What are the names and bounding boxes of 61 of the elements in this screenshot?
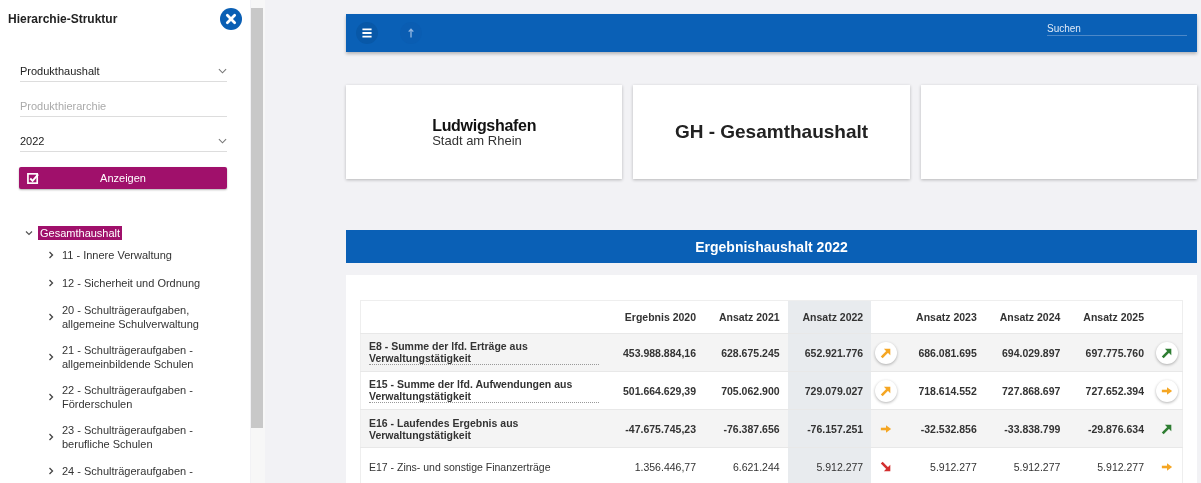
search-field[interactable]: Suchen [1047, 22, 1187, 36]
table-cell: 5.912.277 [984, 447, 1069, 483]
tree-item[interactable]: 22 - Schulträgeraufgaben - Förderschulen [62, 383, 206, 411]
table-cell: -29.876.634 [1068, 409, 1152, 448]
chevron-right-icon[interactable] [46, 250, 56, 260]
table-cell: 652.921.776 [787, 333, 872, 372]
column-header: Ansatz 2025 [1068, 300, 1152, 334]
table-cell: 6.621.244 [704, 447, 788, 483]
column-header: Ansatz 2023 [901, 300, 985, 334]
tree-item[interactable]: 24 - Schulträgeraufgaben - [62, 464, 193, 478]
table-cell: 694.029.897 [984, 333, 1069, 372]
checkbox-icon [27, 171, 40, 185]
trend-button[interactable] [1156, 341, 1178, 364]
table-cell: 5.912.277 [787, 447, 872, 483]
table-cell: 453.988.884,16 [607, 333, 704, 372]
column-header: Ergebnis 2020 [607, 300, 704, 334]
row-link[interactable]: E15 - Summe der lfd. Aufwendungen aus Verwaltungstätigkeit [369, 378, 599, 403]
table-cell: -76.387.656 [704, 409, 788, 448]
chevron-right-icon[interactable] [46, 278, 56, 288]
select-field[interactable]: Produkthaushalt [20, 60, 227, 82]
scrollbar-thumb[interactable] [251, 8, 263, 428]
chevron-right-icon[interactable] [46, 432, 56, 442]
tree-item[interactable]: 12 - Sicherheit und Ordnung [62, 276, 201, 290]
chevron-right-icon[interactable] [46, 466, 56, 476]
table-cell: 729.079.027 [787, 371, 872, 410]
column-header: Ansatz 2024 [984, 300, 1069, 334]
chevron-down-icon [218, 137, 227, 144]
budget-title: GH - Gesamthaushalt [674, 121, 869, 143]
chevron-right-icon[interactable] [46, 312, 56, 322]
table-cell: 686.081.695 [901, 333, 985, 372]
column-header: Ansatz 2022 [787, 300, 872, 334]
tree-item[interactable]: Gesamthaushalt [38, 226, 123, 240]
table-cell: -76.157.251 [787, 409, 872, 448]
chevron-right-icon[interactable] [46, 352, 56, 362]
table-cell: 1.356.446,77 [607, 447, 704, 483]
row-label: E17 - Zins- und sonstige Finanzerträge [369, 460, 551, 473]
tree-item[interactable]: 11 - Innere Verwaltung [62, 248, 172, 262]
table-cell: -32.532.856 [901, 409, 985, 448]
logo-subtitle: Stadt am Rhein [432, 133, 522, 147]
tree-item[interactable]: 23 - Schulträgeraufgaben - berufliche Schulen [62, 423, 206, 451]
table-cell: -33.838.799 [984, 409, 1069, 448]
menu-icon[interactable] [356, 22, 378, 44]
input-field[interactable]: Produkthierarchie [20, 95, 227, 117]
table-cell: 5.912.277 [1068, 447, 1152, 483]
chevron-right-icon[interactable] [46, 392, 56, 402]
section-title: Ergebnishaushalt 2022 [695, 238, 848, 255]
chevron-down-icon[interactable] [24, 228, 34, 238]
row-label: E16 - Laufendes Ergebnis aus Verwaltungstätigkeit [369, 416, 520, 441]
show-button[interactable]: Anzeigen [19, 167, 227, 189]
tree-item[interactable]: 20 - Schulträgeraufgaben, allgemeine Schulverwaltung [62, 303, 206, 331]
table-cell: 5.912.277 [901, 447, 985, 483]
close-icon[interactable] [220, 8, 242, 30]
table-cell: -47.675.745,23 [607, 409, 704, 448]
sidebar-title: Hierarchie-Struktur [8, 12, 118, 26]
tree-item[interactable]: 21 - Schulträgeraufgaben - allgemeinbildende Schulen [62, 343, 206, 371]
table-cell: 697.775.760 [1068, 333, 1152, 372]
chevron-down-icon [218, 67, 227, 74]
column-header: Ansatz 2021 [704, 300, 788, 334]
table-cell: 628.675.245 [704, 333, 788, 372]
logo-title: Ludwigshafen [432, 117, 537, 134]
select-field[interactable]: 2022 [20, 130, 227, 152]
